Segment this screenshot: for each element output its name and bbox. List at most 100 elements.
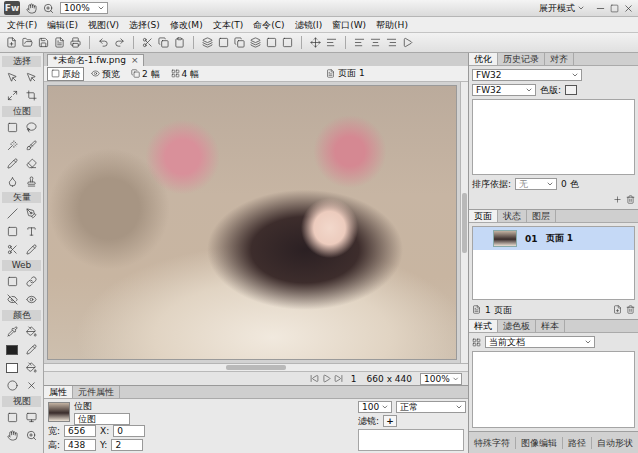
default-colors-icon[interactable] xyxy=(7,380,18,391)
y-field[interactable]: 2 xyxy=(111,439,143,451)
zoom-icon[interactable] xyxy=(43,3,54,14)
view-button[interactable]: 原始 xyxy=(47,67,84,81)
open-icon[interactable] xyxy=(22,37,33,48)
tool-button[interactable] xyxy=(22,137,40,154)
view-button[interactable]: 2 幅 xyxy=(127,67,164,81)
undo-icon[interactable] xyxy=(98,37,109,48)
arrange-icon[interactable] xyxy=(310,37,321,48)
panel-tab[interactable]: 属性 xyxy=(44,386,73,398)
save-icon[interactable] xyxy=(38,37,49,48)
tool-button[interactable] xyxy=(3,241,21,258)
preset-select[interactable]: FW32 xyxy=(472,69,582,81)
panel-tab[interactable]: 特殊字符 xyxy=(469,437,516,449)
panel-tab[interactable]: 样本 xyxy=(536,320,565,332)
freeform-icon[interactable] xyxy=(26,244,37,255)
tool-button[interactable] xyxy=(3,323,21,340)
tool-button[interactable] xyxy=(3,87,21,104)
hide-slices-icon[interactable] xyxy=(7,294,18,305)
tool-button[interactable] xyxy=(22,87,40,104)
page-icon[interactable] xyxy=(472,305,481,314)
split-icon[interactable] xyxy=(250,37,261,48)
copy-icon[interactable] xyxy=(158,37,169,48)
panel-tab[interactable]: 样式 xyxy=(469,320,498,332)
tool-button[interactable] xyxy=(3,155,21,172)
preview-icon[interactable] xyxy=(91,69,100,78)
send-back-icon[interactable] xyxy=(282,37,293,48)
play-icon[interactable] xyxy=(322,374,331,383)
menu-item[interactable]: 修改(M) xyxy=(165,18,208,32)
workspace-mode[interactable]: 展开模式 xyxy=(535,2,589,14)
knife-icon[interactable] xyxy=(7,244,18,255)
palette-swatch[interactable] xyxy=(565,85,577,95)
tool-button[interactable] xyxy=(22,223,40,240)
hotspot-icon[interactable] xyxy=(7,276,18,287)
tool-button[interactable] xyxy=(22,359,40,376)
tool-button[interactable] xyxy=(22,241,40,258)
lasso-icon[interactable] xyxy=(26,122,37,133)
format-select[interactable]: FW32 xyxy=(472,84,536,96)
panel-tab[interactable]: 历史记录 xyxy=(498,53,545,65)
scale-icon[interactable] xyxy=(7,90,18,101)
slice-icon[interactable] xyxy=(26,276,37,287)
tool-button[interactable] xyxy=(3,427,21,444)
magic-wand-icon[interactable] xyxy=(7,140,18,151)
menu-item[interactable]: 选择(S) xyxy=(124,18,165,32)
tool-button[interactable] xyxy=(22,205,40,222)
tool-button[interactable] xyxy=(22,377,40,394)
maximize-icon[interactable] xyxy=(610,4,619,13)
fill-color-swatch[interactable] xyxy=(6,363,18,373)
menu-item[interactable]: 滤镜(I) xyxy=(290,18,328,32)
panel-tab[interactable]: 对齐 xyxy=(545,53,574,65)
tab-close[interactable]: × xyxy=(131,55,139,66)
tool-button[interactable] xyxy=(3,273,21,290)
align-right-icon[interactable] xyxy=(386,37,397,48)
fullscreen-mode-icon[interactable] xyxy=(26,412,37,423)
tool-button[interactable] xyxy=(22,69,40,86)
tool-button[interactable] xyxy=(22,155,40,172)
vertical-scrollbar[interactable] xyxy=(460,82,468,363)
menu-item[interactable]: 窗口(W) xyxy=(327,18,371,32)
tool-button[interactable] xyxy=(22,173,40,190)
print-icon[interactable] xyxy=(70,37,81,48)
tool-button[interactable] xyxy=(3,409,21,426)
menu-item[interactable]: 命令(C) xyxy=(248,18,289,32)
height-field[interactable]: 438 xyxy=(64,439,96,451)
bring-front-icon[interactable] xyxy=(266,37,277,48)
align-icon[interactable] xyxy=(326,37,337,48)
four-up-icon[interactable] xyxy=(171,69,180,78)
show-slices-icon[interactable] xyxy=(26,294,37,305)
page-item[interactable]: 01页面 1 xyxy=(473,227,634,250)
object-name-field[interactable]: 位图 xyxy=(74,413,130,425)
document-tab[interactable]: *未命名-1.fw.png× xyxy=(47,54,144,66)
standard-mode-icon[interactable] xyxy=(7,412,18,423)
new-file-icon[interactable] xyxy=(6,37,17,48)
blur-icon[interactable] xyxy=(7,176,18,187)
tool-button[interactable] xyxy=(22,291,40,308)
tool-button[interactable] xyxy=(22,409,40,426)
style-source-select[interactable]: 当前文档 xyxy=(485,336,595,348)
library-icon[interactable] xyxy=(472,338,481,347)
pointer-icon[interactable] xyxy=(7,72,18,83)
eyedropper-icon[interactable] xyxy=(7,326,18,337)
paste-icon[interactable] xyxy=(174,37,185,48)
cut-icon[interactable] xyxy=(142,37,153,48)
redo-icon[interactable] xyxy=(114,37,125,48)
align-left-icon[interactable] xyxy=(354,37,365,48)
x-field[interactable]: 0 xyxy=(113,425,145,437)
panel-tab[interactable]: 图层 xyxy=(527,210,556,222)
tool-button[interactable] xyxy=(22,273,40,290)
tool-button[interactable] xyxy=(3,119,21,136)
menu-item[interactable]: 编辑(E) xyxy=(42,18,83,32)
status-zoom-select[interactable]: 100% xyxy=(420,373,462,385)
tool-button[interactable] xyxy=(3,291,21,308)
brush-icon[interactable] xyxy=(26,140,37,151)
join-icon[interactable] xyxy=(234,37,245,48)
tool-button[interactable] xyxy=(3,223,21,240)
canvas[interactable] xyxy=(44,82,460,363)
new-page-icon[interactable] xyxy=(613,305,622,314)
close-icon[interactable] xyxy=(623,3,634,14)
delete-color-icon[interactable] xyxy=(626,195,635,204)
import-icon[interactable] xyxy=(54,37,65,48)
hand-icon[interactable] xyxy=(7,430,18,441)
tool-button[interactable] xyxy=(22,119,40,136)
